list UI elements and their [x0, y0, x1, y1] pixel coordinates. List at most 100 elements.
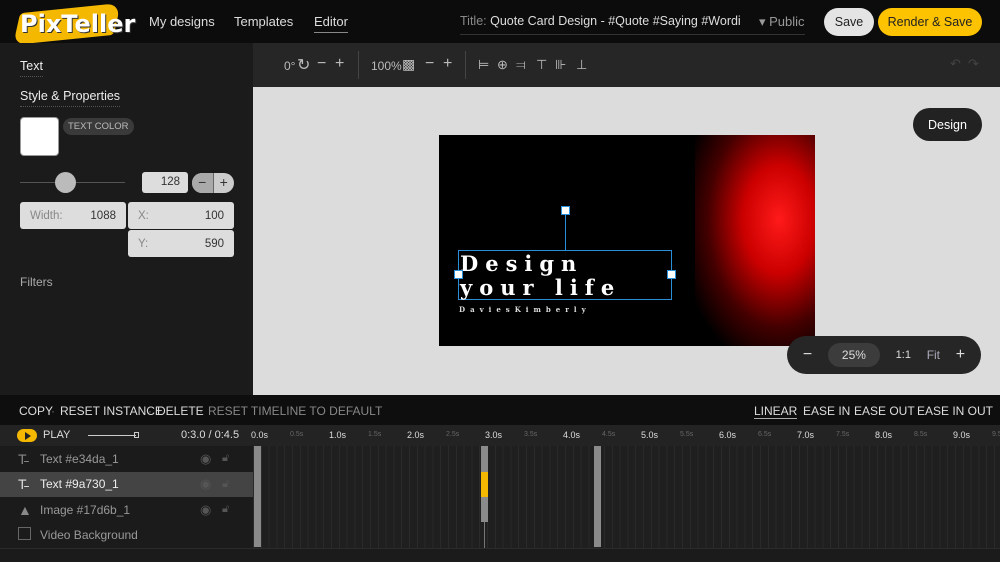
- style-properties-title[interactable]: Style & Properties: [20, 89, 121, 107]
- timeline-tick[interactable]: 7.5s: [836, 431, 849, 438]
- unlock-icon[interactable]: 🔓︎: [222, 503, 229, 516]
- timeline-tick[interactable]: 5.5s: [680, 431, 693, 438]
- zoom-in-icon[interactable]: +: [956, 346, 965, 364]
- scrub-handle[interactable]: [134, 432, 139, 438]
- zoom-out-icon[interactable]: −: [803, 346, 812, 364]
- eye-icon[interactable]: ◉: [200, 502, 211, 518]
- align-right-icon[interactable]: ⫤: [516, 57, 526, 73]
- undo-icon[interactable]: ↶: [950, 56, 961, 72]
- filters-section[interactable]: Filters: [20, 275, 53, 289]
- design-button[interactable]: Design: [913, 108, 982, 141]
- timeline-tick[interactable]: 3.0s: [485, 430, 502, 440]
- copy-button[interactable]: COPY: [19, 404, 53, 418]
- timeline-tick[interactable]: 1.0s: [329, 430, 346, 440]
- timeline-tick[interactable]: 6.5s: [758, 431, 771, 438]
- track-end-bar[interactable]: [594, 446, 601, 547]
- minus-icon[interactable]: −: [192, 173, 214, 193]
- zoom-fit-button[interactable]: Fit: [927, 348, 940, 362]
- nav-my-designs[interactable]: My designs: [149, 14, 215, 29]
- reset-timeline-button[interactable]: RESET TIMELINE TO DEFAULT: [208, 404, 382, 418]
- timeline-tick[interactable]: 1.5s: [368, 431, 381, 438]
- opacity-minus-icon[interactable]: −: [425, 55, 434, 73]
- selection-box[interactable]: Design your life: [458, 250, 672, 300]
- size-input[interactable]: 128: [142, 172, 188, 193]
- unlock-icon[interactable]: 🔓︎: [222, 452, 229, 465]
- image-icon: ▲: [18, 501, 32, 518]
- plus-icon[interactable]: +: [214, 173, 235, 193]
- easing-ease-in[interactable]: EASE IN: [803, 404, 850, 418]
- align-top-icon[interactable]: ⊤: [536, 57, 547, 73]
- rotate-handle[interactable]: [561, 206, 570, 215]
- timeline-tick[interactable]: 4.5s: [602, 431, 615, 438]
- timeline-tick[interactable]: 2.5s: [446, 431, 459, 438]
- timeline-tick[interactable]: 9.0s: [953, 430, 970, 440]
- redo-icon[interactable]: ↷: [968, 56, 979, 72]
- zoom-value[interactable]: 25%: [827, 343, 880, 367]
- easing-ease-in-out[interactable]: EASE IN OUT: [917, 404, 993, 418]
- portrait-image[interactable]: [695, 135, 815, 346]
- headline-line2: your life: [460, 275, 622, 300]
- timeline-tick[interactable]: 8.5s: [914, 431, 927, 438]
- timeline-tracks[interactable]: [253, 446, 1000, 548]
- nav-editor[interactable]: Editor: [314, 14, 348, 33]
- rotate-minus-icon[interactable]: −: [317, 55, 326, 73]
- visibility-dropdown[interactable]: ▾ Public: [759, 14, 805, 30]
- timeline-tick[interactable]: 7.0s: [797, 430, 814, 440]
- author-text[interactable]: DaviesKimberly: [459, 305, 591, 314]
- track-start-bar[interactable]: [254, 446, 261, 547]
- layer-name: Text #9a730_1: [40, 477, 119, 492]
- zoom-1-1-button[interactable]: 1:1: [896, 349, 911, 361]
- width-label: Width:: [30, 209, 63, 222]
- scrub-slider[interactable]: [88, 435, 136, 436]
- timeline-tick[interactable]: 8.0s: [875, 430, 892, 440]
- title-input[interactable]: Title: Quote Card Design - #Quote #Sayin…: [460, 14, 805, 35]
- layer-name: Image #17d6b_1: [40, 502, 131, 517]
- layer-row[interactable]: ▲ Image #17d6b_1 ◉ 🔓︎: [0, 497, 253, 523]
- timeline-tick[interactable]: 3.5s: [524, 431, 537, 438]
- size-slider-handle[interactable]: [55, 172, 76, 193]
- checkbox[interactable]: [18, 527, 40, 543]
- render-save-button[interactable]: Render & Save: [878, 8, 982, 36]
- resize-handle-right[interactable]: [667, 270, 676, 279]
- selected-keyframe[interactable]: [481, 472, 488, 497]
- resize-handle-left[interactable]: [454, 270, 463, 279]
- timeline-tick[interactable]: 5.0s: [641, 430, 658, 440]
- artboard[interactable]: Design your life DaviesKimberly: [439, 135, 815, 346]
- timeline-tick[interactable]: 0.0s: [251, 430, 268, 440]
- x-field[interactable]: X: 100: [128, 202, 234, 229]
- timeline-tick[interactable]: 0.5s: [290, 431, 303, 438]
- size-stepper[interactable]: − +: [192, 173, 234, 193]
- eye-icon[interactable]: ◉: [200, 451, 211, 467]
- delete-button[interactable]: DELETE: [157, 404, 204, 418]
- align-middle-icon[interactable]: ⊪: [555, 57, 566, 73]
- pixteller-logo[interactable]: PixTeller: [13, 2, 135, 46]
- timeline-tick[interactable]: 2.0s: [407, 430, 424, 440]
- easing-ease-out[interactable]: EASE OUT: [854, 404, 915, 418]
- panel-section-text[interactable]: Text: [20, 59, 43, 77]
- timeline-tick[interactable]: 4.0s: [563, 430, 580, 440]
- align-center-icon[interactable]: ⊕: [497, 57, 508, 73]
- eye-icon[interactable]: ◉: [200, 476, 211, 492]
- nav-templates[interactable]: Templates: [234, 14, 293, 29]
- layer-row[interactable]: T̵ Text #e34da_1 ◉ 🔓︎: [0, 446, 253, 472]
- text-color-swatch[interactable]: [20, 117, 59, 156]
- width-field[interactable]: Width: 1088: [20, 202, 126, 229]
- align-left-icon[interactable]: ⊨: [478, 57, 489, 73]
- y-value: 590: [204, 237, 224, 250]
- opacity-value[interactable]: 100%: [371, 59, 402, 73]
- save-button[interactable]: Save: [824, 8, 874, 36]
- play-label[interactable]: PLAY: [43, 429, 70, 441]
- timeline-tick[interactable]: 6.0s: [719, 430, 736, 440]
- rotation-value[interactable]: 0°: [284, 59, 295, 73]
- opacity-plus-icon[interactable]: +: [443, 55, 452, 73]
- easing-linear[interactable]: LINEAR: [754, 404, 798, 419]
- timeline-tick[interactable]: 9.5s: [992, 431, 1000, 438]
- rotate-plus-icon[interactable]: +: [335, 55, 344, 73]
- rotate-icon[interactable]: ↻: [297, 55, 310, 75]
- layer-row-selected[interactable]: T̵ Text #9a730_1 ◉ 🔓︎: [0, 471, 253, 497]
- layer-row-video-background[interactable]: Video Background: [0, 523, 253, 549]
- y-field[interactable]: Y: 590: [128, 230, 234, 257]
- unlock-icon[interactable]: 🔓︎: [222, 478, 229, 491]
- align-bottom-icon[interactable]: ⊥: [576, 57, 587, 73]
- play-button[interactable]: [17, 429, 37, 442]
